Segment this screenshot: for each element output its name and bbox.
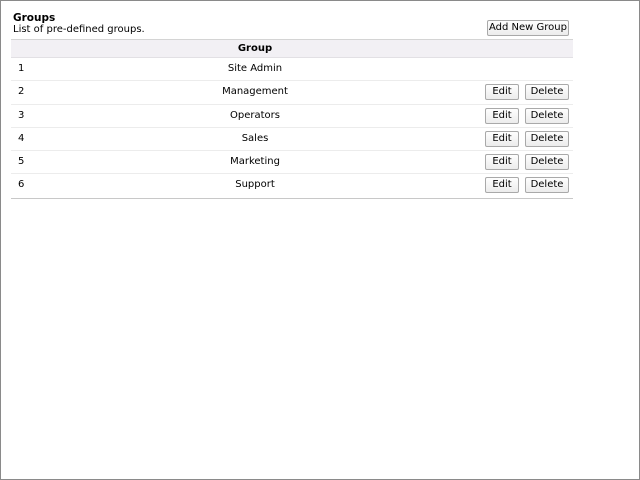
table-row: 5 Marketing Edit Delete (11, 151, 573, 175)
table-row: 1 Site Admin (11, 58, 573, 82)
delete-button[interactable]: Delete (525, 154, 569, 171)
table-row: 2 Management Edit Delete (11, 81, 573, 105)
delete-button[interactable]: Delete (525, 84, 569, 101)
edit-button[interactable]: Edit (485, 154, 519, 171)
group-name: Sales (241, 132, 269, 144)
delete-button[interactable]: Delete (525, 107, 569, 124)
edit-button[interactable]: Edit (485, 107, 519, 124)
delete-button[interactable]: Delete (525, 130, 569, 147)
table-header: Group (11, 40, 573, 58)
page-header: Groups List of pre-defined groups. (13, 12, 145, 35)
group-name: Marketing (230, 156, 280, 168)
groups-panel: Groups List of pre-defined groups. Add N… (0, 0, 640, 480)
group-name: Management (222, 86, 288, 98)
page-title: Groups (13, 12, 56, 24)
table-row: 3 Operators Edit Delete (11, 105, 573, 128)
table-row: 4 Sales Edit Delete (11, 128, 573, 152)
edit-button[interactable]: Edit (485, 130, 519, 147)
edit-button[interactable]: Edit (485, 177, 519, 194)
edit-button[interactable]: Edit (485, 84, 519, 101)
group-name: Operators (230, 109, 280, 121)
column-header-group: Group (237, 43, 273, 54)
group-name: Site Admin (227, 63, 283, 74)
delete-button[interactable]: Delete (525, 177, 569, 194)
add-new-group-button[interactable]: Add New Group (487, 20, 569, 36)
table-row: 6 Support Edit Delete (11, 174, 573, 197)
groups-table: Group 1 Site Admin 2 Management Edit Del… (11, 39, 573, 199)
group-name: Support (235, 179, 275, 191)
page-subtitle: List of pre-defined groups. (13, 24, 145, 35)
